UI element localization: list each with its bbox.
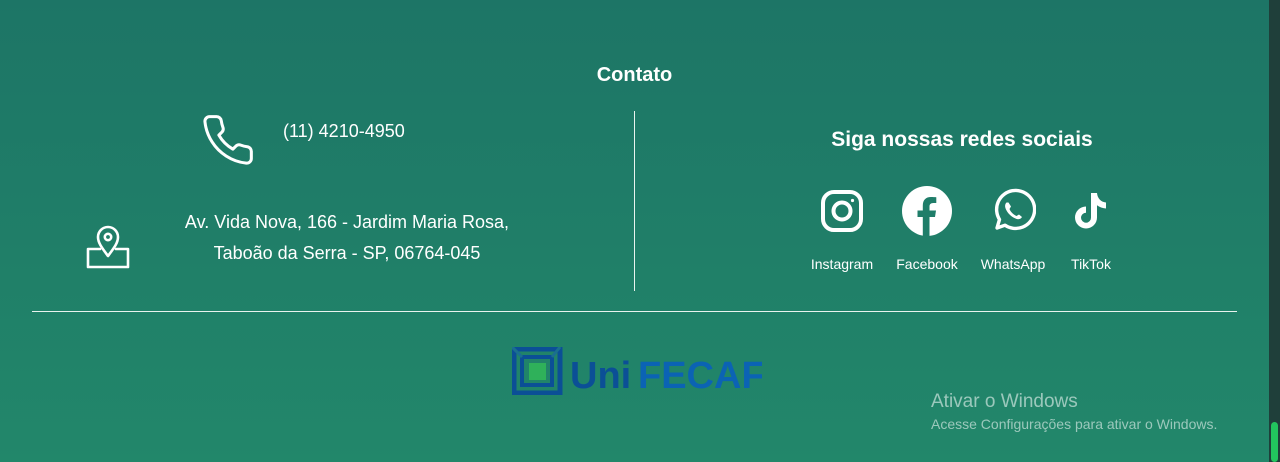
logo-text-fecaf: FECAF (638, 355, 762, 395)
address-line-2: Taboão da Serra - SP, 06764-045 (213, 243, 481, 263)
facebook-label: Facebook (896, 256, 958, 272)
vertical-divider (634, 111, 635, 291)
phone-icon (203, 115, 253, 165)
instagram-icon (821, 190, 863, 232)
location-pin-icon (86, 225, 130, 269)
tiktok-label: TikTok (1071, 256, 1111, 272)
social-title: Siga nossas redes sociais (831, 128, 1093, 151)
instagram-label: Instagram (810, 256, 874, 272)
logo-text-uni: Uni (570, 355, 631, 395)
facebook-icon (902, 186, 952, 236)
whatsapp-label: WhatsApp (980, 256, 1046, 272)
scrollbar-thumb[interactable] (1271, 422, 1278, 462)
scrollbar-track[interactable] (1269, 0, 1280, 462)
phone-number[interactable]: (11) 4210-4950 (283, 121, 405, 142)
whatsapp-icon (994, 188, 1036, 231)
address: Av. Vida Nova, 166 - Jardim Maria Rosa, … (172, 207, 522, 269)
tiktok-link[interactable]: TikTok (1046, 184, 1136, 272)
unifecaf-logo[interactable]: Uni FECAF (512, 347, 762, 395)
windows-activation-subtitle: Acesse Configurações para ativar o Windo… (931, 416, 1218, 432)
address-line-1: Av. Vida Nova, 166 - Jardim Maria Rosa, (184, 212, 510, 232)
tiktok-icon (1075, 193, 1106, 229)
instagram-link[interactable]: Instagram (797, 184, 887, 272)
contact-title: Contato (596, 64, 673, 86)
horizontal-divider (32, 311, 1237, 312)
whatsapp-link[interactable]: WhatsApp (968, 184, 1058, 272)
facebook-link[interactable]: Facebook (882, 184, 972, 272)
windows-activation-title: Ativar o Windows (931, 391, 1078, 412)
